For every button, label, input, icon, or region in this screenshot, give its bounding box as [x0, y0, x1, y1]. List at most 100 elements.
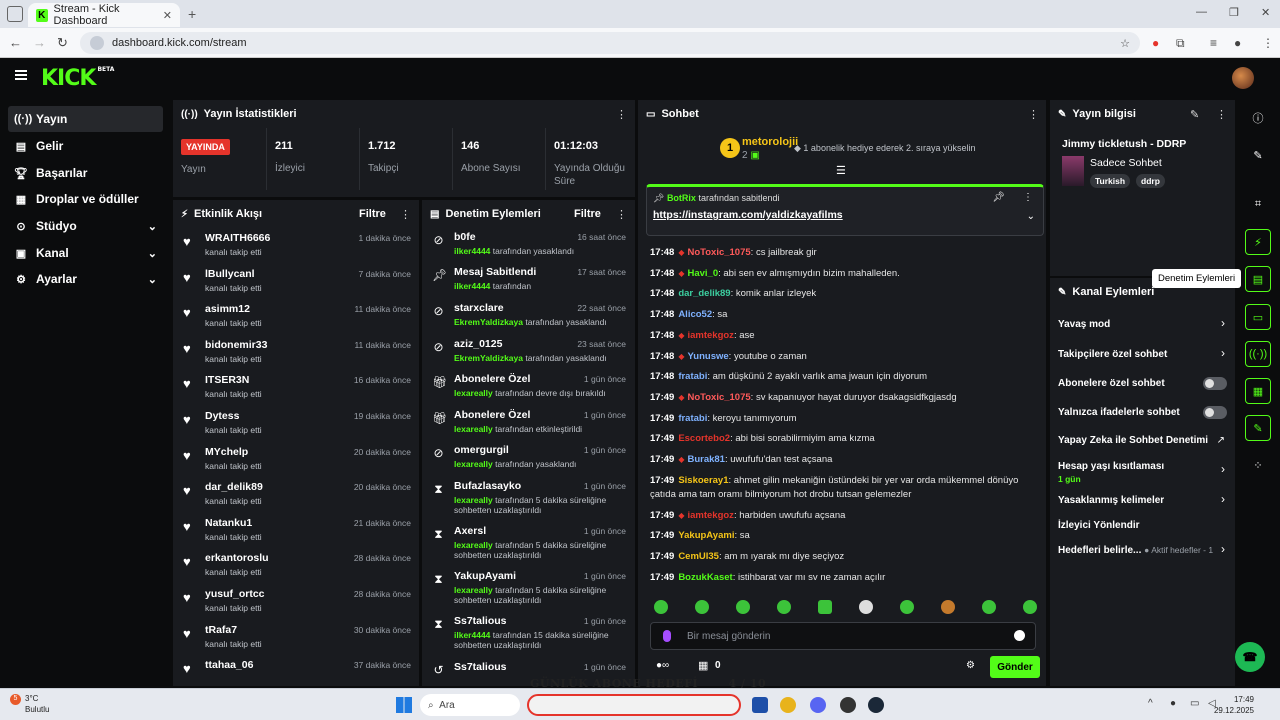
weather-widget[interactable]: 5 3°C Bulutlu [10, 694, 49, 715]
emote-icon[interactable] [941, 600, 955, 614]
chevron-right-icon[interactable]: › [1221, 462, 1225, 476]
redirect-viewers-row[interactable]: İzleyici Yönlendir [1058, 520, 1228, 531]
bookmark-star-icon[interactable]: ☆ [1120, 37, 1130, 50]
chat-icon[interactable]: ▭ [1245, 304, 1271, 330]
app-icon[interactable] [840, 697, 856, 713]
message-username[interactable]: YakupAyami [678, 530, 734, 541]
slow-mode-row[interactable]: Yavaş mod [1058, 319, 1228, 330]
message-username[interactable]: dar_delik89 [678, 288, 730, 299]
sidebar-item-studyo[interactable]: ⊙ Stüdyo ⌄ [8, 213, 163, 239]
chat-message[interactable]: 17:48 ◆ NoToxic_1075: cs jailbreak gir [650, 246, 1040, 260]
new-tab-icon[interactable]: + [188, 6, 196, 22]
activity-item[interactable]: ♥ Natanku1 kanalı takip etti 21 dakika önce [183, 515, 411, 549]
close-tab-icon[interactable]: ✕ [163, 9, 172, 22]
more-options-icon[interactable]: ⋮ [616, 208, 627, 221]
extensions-icon[interactable]: ⧉ [1176, 36, 1185, 51]
message-username[interactable]: Yunuswe [687, 351, 728, 362]
message-username[interactable]: iamtekgoz [687, 510, 733, 521]
activity-item[interactable]: ♥ bidonemir33 kanalı takip etti 11 dakika ö… [183, 337, 411, 371]
activity-item[interactable]: ♥ Dytess kanalı takip etti 19 dakika önce [183, 408, 411, 442]
chat-message[interactable]: 17:49 BozukKaset: istihbarat var mı sv ne… [650, 571, 1040, 585]
emote-icon[interactable] [654, 600, 668, 614]
chevron-right-icon[interactable]: › [1221, 346, 1225, 360]
sidebar-item-gelir[interactable]: ▤ Gelir [8, 133, 163, 159]
chevron-right-icon[interactable]: › [1221, 492, 1225, 506]
chat-message[interactable]: 17:49 Escortebo2: abi bisi sorabilirmiyim… [650, 432, 1040, 446]
account-age-row[interactable]: Hesap yaşı kısıtlaması 1 gün [1058, 461, 1228, 484]
chat-message[interactable]: 17:49 ◆ iamtekgoz: harbiden uwufufu açsana [650, 509, 1040, 523]
activity-item[interactable]: ♥ ttahaa_06 37 dakika önce [183, 657, 411, 686]
external-link-icon[interactable]: ↗ [1217, 435, 1225, 446]
chat-message[interactable]: 17:48 ◆ Havi_0: abi sen ev almışmıydın biz… [650, 267, 1040, 281]
sidebar-item-ayarlar[interactable]: ⚙ Ayarlar ⌄ [8, 266, 163, 292]
subs-only-toggle[interactable] [1203, 377, 1227, 390]
message-username[interactable]: fratabi [678, 413, 707, 424]
forward-icon[interactable]: → [33, 35, 46, 50]
activity-item[interactable]: ♥ tRafa7 kanalı takip etti 30 dakika önce [183, 622, 411, 656]
browser-menu-icon[interactable]: ⋮ [1262, 36, 1274, 50]
help-chat-icon[interactable]: ☎ [1235, 642, 1265, 672]
emoji-picker-icon[interactable] [1014, 630, 1025, 641]
chat-message[interactable]: 17:49 Siskoeray1: ahmet gilin mekaniğin ü… [650, 474, 1040, 502]
browser-tab[interactable]: K Stream - Kick Dashboard ✕ [28, 3, 180, 27]
display-tray-icon[interactable]: ▭ [1190, 698, 1199, 709]
more-options-icon[interactable]: ⋮ [616, 108, 627, 121]
emote-icon[interactable] [818, 600, 832, 614]
message-username[interactable]: NoToxic_1075 [687, 247, 750, 258]
more-options-icon[interactable]: ⋮ [1023, 192, 1033, 203]
edit-icon[interactable]: ✎ [1245, 142, 1271, 168]
message-username[interactable]: fratabi [678, 371, 707, 382]
activity-item[interactable]: ♥ yusuf_ortcc kanalı takip etti 28 dakika ö… [183, 586, 411, 620]
more-options-icon[interactable]: ⋮ [400, 208, 411, 221]
microphone-icon[interactable] [663, 630, 671, 642]
microphone-tray-icon[interactable]: ● [1170, 698, 1176, 709]
collapse-icon[interactable]: ☰ [836, 164, 846, 177]
emote-icon[interactable] [777, 600, 791, 614]
message-username[interactable]: Burak81 [687, 454, 725, 465]
ai-moderation-row[interactable]: Yapay Zeka ile Sohbet Denetimi [1058, 435, 1228, 446]
followers-only-row[interactable]: Takipçilere özel sohbet [1058, 349, 1228, 360]
emote-icon[interactable] [695, 600, 709, 614]
activity-item[interactable]: ♥ lBullycanl kanalı takip etti 7 dakika önc… [183, 266, 411, 300]
pin-icon[interactable]: 📌︎ [992, 192, 1005, 203]
send-button[interactable]: Gönder [990, 656, 1040, 678]
activity-item[interactable]: ♥ erkantoroslu kanalı takip etti 28 dakika … [183, 550, 411, 584]
category-name[interactable]: Sadece Sohbet [1090, 157, 1162, 169]
add-widget-icon[interactable]: ⁘ [1245, 452, 1271, 478]
menu-icon[interactable] [15, 70, 27, 80]
stream-preview-icon[interactable]: ⌗ [1245, 191, 1271, 217]
activity-item[interactable]: ♥ MYchelp kanalı takip etti 20 dakika önce [183, 444, 411, 478]
banned-words-row[interactable]: Yasaklanmış kelimeler [1058, 495, 1228, 506]
minimize-icon[interactable]: — [1196, 6, 1207, 18]
sidebar-item-basarilar[interactable]: 🏆︎ Başarılar [8, 160, 163, 186]
steam-icon[interactable] [868, 697, 884, 713]
activity-item[interactable]: ♥ dar_delik89 kanalı takip etti 20 dakika ö… [183, 479, 411, 513]
sidebar-item-kanal[interactable]: ▣ Kanal ⌄ [8, 240, 163, 266]
chat-message[interactable]: 17:48 fratabi: am düşkünü 2 ayaklı varlık… [650, 370, 1040, 384]
tab-search-icon[interactable] [7, 6, 23, 22]
emote-icon[interactable] [982, 600, 996, 614]
emote-icon[interactable] [900, 600, 914, 614]
tray-chevron-icon[interactable]: ^ [1148, 698, 1153, 709]
message-username[interactable]: NoToxic_1075 [687, 392, 750, 403]
chevron-right-icon[interactable]: › [1221, 542, 1225, 556]
profile-icon[interactable]: ● [1234, 36, 1241, 50]
opera-extension-icon[interactable]: ● [1152, 36, 1159, 50]
chevron-down-icon[interactable]: ⌄ [1027, 211, 1035, 222]
more-options-icon[interactable]: ⋮ [1216, 108, 1227, 121]
back-icon[interactable]: ← [9, 35, 22, 50]
chat-message[interactable]: 17:49 fratabi: keroyu tanımıyorum [650, 412, 1040, 426]
chat-message[interactable]: 17:48 ◆ Yunuswe: youtube o zaman [650, 350, 1040, 364]
pinned-link[interactable]: https://instagram.com/yaldizkayafilms [653, 209, 843, 221]
chat-settings-icon[interactable]: ⚙ [966, 660, 975, 671]
message-username[interactable]: Escortebo2 [678, 433, 730, 444]
message-username[interactable]: BozukKaset [678, 572, 732, 583]
info-icon[interactable]: ⓘ [1245, 105, 1271, 131]
activity-item[interactable]: ♥ ITSER3N kanalı takip etti 16 dakika önce [183, 372, 411, 406]
clock[interactable]: 17:49 29.12.2025 [1214, 694, 1254, 716]
message-username[interactable]: CemUl35 [678, 551, 719, 562]
store-icon[interactable] [752, 697, 768, 713]
site-info-icon[interactable] [90, 36, 104, 50]
kick-logo[interactable]: KICK BETA [41, 66, 114, 91]
address-bar[interactable]: dashboard.kick.com/stream ☆ [80, 32, 1140, 54]
